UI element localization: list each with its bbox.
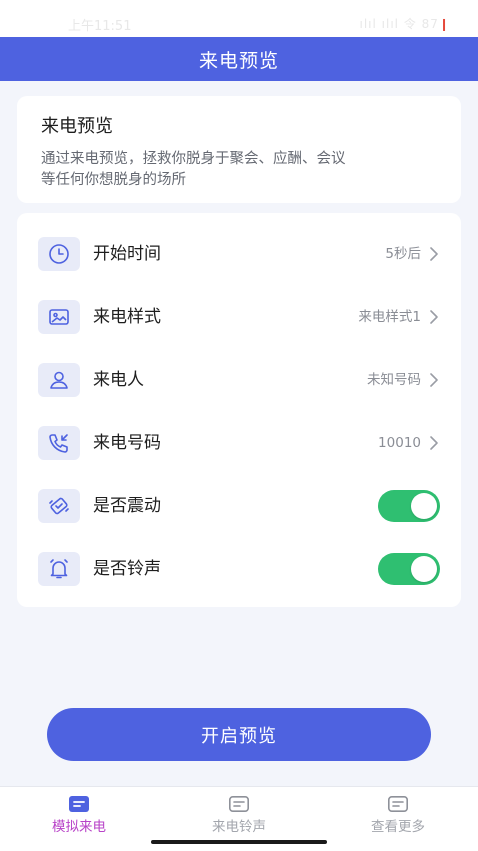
intro-card: 来电预览 通过来电预览，拯救你脱身于聚会、应酬、会议 等任何你想脱身的场所 (17, 96, 461, 203)
intro-description: 通过来电预览，拯救你脱身于聚会、应酬、会议 等任何你想脱身的场所 (41, 149, 437, 191)
setting-label-caller: 来电人 (93, 370, 144, 390)
setting-row-caller-number[interactable]: 来电号码 10010 (17, 414, 461, 474)
setting-row-ringtone: 是否铃声 (17, 540, 461, 600)
message-icon (228, 795, 249, 812)
status-bar: 上午11:51 ılıl ılıl 令 87❙ (0, 0, 478, 37)
battery-icon: 87❙ (421, 17, 450, 31)
toggle-knob (411, 556, 437, 582)
setting-row-caller[interactable]: 来电人 未知号码 (17, 351, 461, 411)
setting-value-caller-number: 10010 (378, 435, 421, 451)
ringtone-toggle[interactable] (378, 553, 440, 585)
tab-label: 来电铃声 (212, 819, 266, 835)
vibrate-toggle[interactable] (378, 490, 440, 522)
setting-row-start-time[interactable]: 开始时间 5秒后 (17, 225, 461, 285)
bell-icon (50, 559, 68, 579)
phone-incoming-icon (49, 434, 68, 453)
setting-value-call-style: 来电样式1 (358, 309, 421, 325)
chevron-right-icon (430, 310, 438, 324)
person-icon (50, 371, 68, 389)
setting-label-ringtone: 是否铃声 (93, 559, 161, 579)
tab-see-more[interactable]: 查看更多 (348, 795, 448, 841)
status-icons: ılıl ılıl 令 87❙ (360, 15, 450, 32)
setting-value-start-time: 5秒后 (385, 246, 421, 262)
page-header: 来电预览 (0, 37, 478, 81)
chevron-right-icon (430, 436, 438, 450)
chevron-right-icon (430, 247, 438, 261)
clock-icon (49, 244, 69, 264)
setting-label-call-style: 来电样式 (93, 307, 161, 327)
setting-label-vibrate: 是否震动 (93, 496, 161, 516)
intro-description-line-2: 等任何你想脱身的场所 (41, 172, 186, 188)
setting-label-start-time: 开始时间 (93, 244, 161, 264)
page-title: 来电预览 (198, 49, 279, 72)
setting-row-call-style[interactable]: 来电样式 来电样式1 (17, 288, 461, 348)
toggle-knob (411, 493, 437, 519)
home-indicator[interactable] (151, 840, 327, 844)
message-icon (387, 795, 408, 812)
image-icon (49, 309, 69, 325)
setting-label-caller-number: 来电号码 (93, 433, 161, 453)
setting-value-caller: 未知号码 (367, 372, 421, 388)
intro-title: 来电预览 (41, 116, 113, 137)
signal-wifi-icons: ılıl ılıl 令 (359, 17, 417, 31)
setting-row-vibrate: 是否震动 (17, 477, 461, 537)
message-icon (69, 796, 89, 812)
settings-card: 开始时间 5秒后 来电样式 来电样式1 来电人 未知号码 来电号码 10010 … (17, 213, 461, 607)
status-time: 上午11:51 (68, 19, 132, 34)
tab-label: 模拟来电 (52, 819, 106, 835)
vibrate-icon (49, 497, 69, 515)
start-preview-button[interactable]: 开启预览 (47, 708, 431, 761)
tab-ringtone[interactable]: 来电铃声 (189, 795, 289, 841)
intro-description-line-1: 通过来电预览，拯救你脱身于聚会、应酬、会议 (41, 151, 346, 167)
chevron-right-icon (430, 373, 438, 387)
tab-simulated-call[interactable]: 模拟来电 (29, 795, 129, 841)
tab-label: 查看更多 (371, 819, 425, 835)
